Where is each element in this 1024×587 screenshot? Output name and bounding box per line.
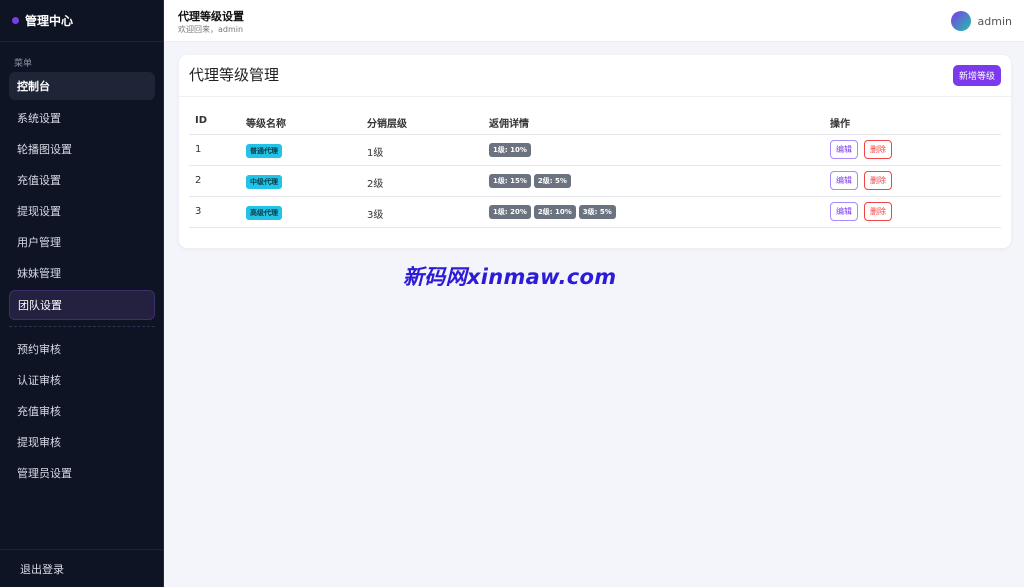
sidebar-item-booking-review[interactable]: 预约审核: [9, 335, 155, 363]
logout-button[interactable]: 退出登录: [0, 549, 163, 587]
sidebar-item-verification-review[interactable]: 认证审核: [9, 366, 155, 394]
commission-badge: 1级: 10%: [489, 143, 531, 157]
sidebar-item-label: 系统设置: [17, 112, 61, 125]
sidebar-item-dashboard[interactable]: 控制台: [9, 72, 155, 100]
cell-name: 中级代理: [246, 175, 282, 189]
cell-id: 3: [195, 206, 202, 217]
sidebar-item-label: 认证审核: [17, 374, 61, 387]
sidebar-divider: [9, 326, 155, 327]
sidebar-item-team-settings[interactable]: 团队设置: [9, 290, 155, 320]
card-header: 代理等级管理 新增等级: [179, 55, 1011, 97]
cell-level: 1级: [367, 148, 384, 159]
commission-badge: 2级: 10%: [533, 205, 576, 219]
column-header-commission: 返佣详情: [489, 119, 529, 130]
sidebar-item-system-settings[interactable]: 系统设置: [9, 104, 155, 132]
column-header-id: ID: [195, 115, 208, 126]
cell-actions: 编辑 删除: [830, 171, 892, 190]
user-menu[interactable]: admin: [950, 11, 1012, 31]
cell-name: 普通代理: [246, 144, 282, 158]
sidebar-item-sister-management[interactable]: 妹妹管理: [9, 259, 155, 287]
sidebar-item-label: 控制台: [17, 80, 50, 93]
sidebar-item-label: 轮播图设置: [17, 143, 72, 156]
menu-caption: 菜单: [14, 59, 33, 69]
sidebar-item-label: 用户管理: [17, 236, 61, 249]
table-row: 2 中级代理 2级 1级: 15% 2级: 5% 编辑 删除: [189, 166, 1001, 197]
sidebar-item-recharge-settings[interactable]: 充值设置: [9, 166, 155, 194]
topbar: 代理等级设置 欢迎回来，admin admin: [164, 0, 1024, 42]
column-header-actions: 操作: [830, 119, 850, 130]
table-row: 3 高级代理 3级 1级: 20% 2级: 10% 3级: 5% 编辑 删除: [189, 197, 1001, 228]
sidebar-item-label: 预约审核: [17, 343, 61, 356]
edit-button[interactable]: 编辑: [830, 202, 858, 221]
sidebar-item-label: 妹妹管理: [17, 267, 61, 280]
sidebar-item-label: 充值审核: [17, 405, 61, 418]
agent-level-table: ID 等级名称 分销层级 返佣详情 操作 1 普通代理 1级 1级: 10% 编…: [189, 107, 1001, 228]
table-header: ID 等级名称 分销层级 返佣详情 操作: [189, 107, 1001, 135]
sidebar-item-label: 提现设置: [17, 205, 61, 218]
sidebar-item-label: 充值设置: [17, 174, 61, 187]
agent-level-card: 代理等级管理 新增等级 ID 等级名称 分销层级 返佣详情 操作 1 普通代理 …: [179, 55, 1011, 248]
watermark-text: 新码网xinmaw.com: [403, 265, 617, 289]
cell-name: 高级代理: [246, 206, 282, 220]
cell-commission: 1级: 20% 2级: 10% 3级: 5%: [489, 205, 616, 219]
username: admin: [977, 14, 1012, 28]
brand: 管理中心: [0, 0, 163, 42]
level-name-badge: 高级代理: [246, 206, 282, 220]
brand-title: 管理中心: [25, 14, 74, 28]
card-title: 代理等级管理: [189, 66, 280, 84]
table-row: 1 普通代理 1级 1级: 10% 编辑 删除: [189, 135, 1001, 166]
delete-button[interactable]: 删除: [864, 202, 892, 221]
welcome-text: 欢迎回来，admin: [178, 25, 244, 34]
cell-level: 3级: [367, 210, 384, 221]
sidebar-item-label: 团队设置: [18, 299, 62, 312]
cell-id: 2: [195, 175, 202, 186]
sidebar-item-recharge-review[interactable]: 充值审核: [9, 397, 155, 425]
cell-actions: 编辑 删除: [830, 202, 892, 221]
cell-actions: 编辑 删除: [830, 140, 892, 159]
sidebar-item-carousel-settings[interactable]: 轮播图设置: [9, 135, 155, 163]
add-level-button[interactable]: 新增等级: [952, 65, 1001, 86]
page-title: 代理等级设置: [178, 10, 244, 23]
sidebar-item-withdraw-settings[interactable]: 提现设置: [9, 197, 155, 225]
cell-level: 2级: [367, 179, 384, 190]
commission-badge: 3级: 5%: [578, 205, 616, 219]
sidebar-item-admin-settings[interactable]: 管理员设置: [9, 459, 155, 487]
cell-commission: 1级: 10%: [489, 143, 531, 157]
sidebar-item-label: 提现审核: [17, 436, 61, 449]
cell-id: 1: [195, 144, 202, 155]
commission-badge: 2级: 5%: [533, 174, 571, 188]
level-name-badge: 中级代理: [246, 175, 282, 189]
edit-button[interactable]: 编辑: [830, 140, 858, 159]
logout-label: 退出登录: [20, 562, 64, 576]
column-header-level: 分销层级: [367, 119, 407, 130]
cell-commission: 1级: 15% 2级: 5%: [489, 174, 571, 188]
sidebar: 管理中心 菜单 控制台 系统设置 轮播图设置 充值设置 提现设置 用户管理 妹妹…: [0, 0, 164, 587]
edit-button[interactable]: 编辑: [830, 171, 858, 190]
sidebar-item-withdraw-review[interactable]: 提现审核: [9, 428, 155, 456]
delete-button[interactable]: 删除: [864, 171, 892, 190]
sidebar-item-label: 管理员设置: [17, 467, 72, 480]
commission-badge: 1级: 15%: [489, 174, 531, 188]
delete-button[interactable]: 删除: [864, 140, 892, 159]
commission-badge: 1级: 20%: [489, 205, 531, 219]
level-name-badge: 普通代理: [246, 144, 282, 158]
brand-dot-icon: [12, 17, 19, 24]
avatar[interactable]: [950, 11, 971, 31]
column-header-name: 等级名称: [246, 119, 286, 130]
sidebar-item-user-management[interactable]: 用户管理: [9, 228, 155, 256]
